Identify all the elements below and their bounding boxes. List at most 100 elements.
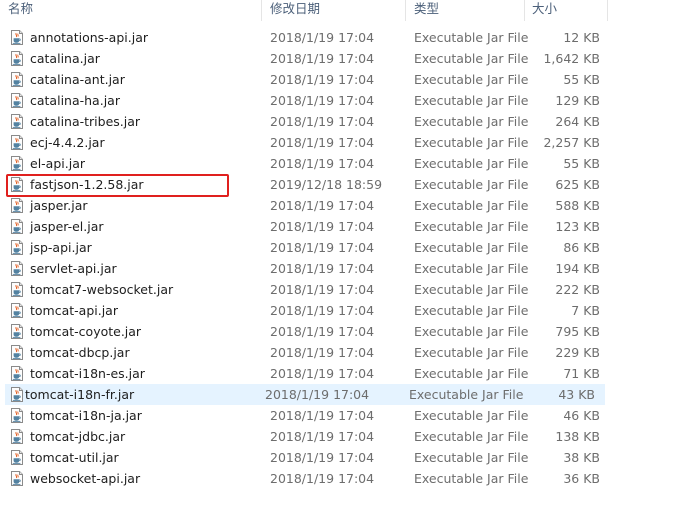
file-row[interactable]: tomcat-api.jar 2018/1/19 17:04 Executable … [0,300,608,321]
file-size: 588 KB [555,198,600,213]
file-name: jasper-el.jar [30,219,104,234]
file-date-modified: 2018/1/19 17:04 [270,219,375,234]
file-name: ecj-4.4.2.jar [30,135,105,150]
file-date-modified: 2018/1/19 17:04 [270,303,375,318]
file-date-modified: 2018/1/19 17:04 [270,240,375,255]
file-size: 222 KB [555,282,600,297]
file-date-modified: 2018/1/19 17:04 [270,198,375,213]
file-row[interactable]: tomcat-i18n-ja.jar 2018/1/19 17:04 Executa… [0,405,608,426]
file-name: tomcat-util.jar [30,450,119,465]
file-size: 43 KB [558,387,595,402]
file-name: tomcat7-websocket.jar [30,282,174,297]
jar-file-icon [10,156,24,171]
file-date-modified: 2019/12/18 18:59 [270,177,383,192]
file-row[interactable]: tomcat-coyote.jar 2018/1/19 17:04 Executab… [0,321,608,342]
file-size: 55 KB [563,72,600,87]
file-row[interactable]: catalina.jar 2018/1/19 17:04 Executable Ja… [0,48,608,69]
file-row[interactable]: tomcat-jdbc.jar 2018/1/19 17:04 Executable… [0,426,608,447]
file-name: servlet-api.jar [30,261,117,276]
file-name: jsp-api.jar [30,240,92,255]
column-header-size[interactable]: 大小 [525,0,608,21]
file-name: websocket-api.jar [30,471,141,486]
file-size: 2,257 KB [543,135,600,150]
file-date-modified: 2018/1/19 17:04 [270,135,375,150]
jar-file-icon [10,408,24,423]
file-date-modified: 2018/1/19 17:04 [270,366,375,381]
jar-file-icon [10,429,24,444]
jar-file-icon [10,30,24,45]
jar-file-icon [10,324,24,339]
file-row[interactable]: websocket-api.jar 2018/1/19 17:04 Executab… [0,468,608,489]
file-name: el-api.jar [30,156,85,171]
jar-file-icon [10,345,24,360]
file-row[interactable]: jasper-el.jar 2018/1/19 17:04 Executable J… [0,216,608,237]
file-row[interactable]: annotations-api.jar 2018/1/19 17:04 Execut… [0,27,608,48]
file-row[interactable]: tomcat7-websocket.jar 2018/1/19 17:04 Exec… [0,279,608,300]
file-date-modified: 2018/1/19 17:04 [270,429,375,444]
file-row[interactable]: tomcat-i18n-fr.jar 2018/1/19 17:04 Executa… [5,384,605,405]
column-header-type[interactable]: 类型 [406,0,525,21]
file-name: tomcat-api.jar [30,303,118,318]
file-list: annotations-api.jar 2018/1/19 17:04 Execut… [0,27,608,489]
file-size: 123 KB [555,219,600,234]
file-date-modified: 2018/1/19 17:04 [270,114,375,129]
file-name: catalina-ant.jar [30,72,125,87]
file-name: annotations-api.jar [30,30,148,45]
file-date-modified: 2018/1/19 17:04 [270,471,375,486]
jar-file-icon [10,282,24,297]
file-size: 795 KB [555,324,600,339]
file-name: catalina-tribes.jar [30,114,141,129]
column-header: 名称 修改日期 类型 大小 [0,0,608,21]
file-size: 264 KB [555,114,600,129]
file-row[interactable]: tomcat-util.jar 2018/1/19 17:04 Executable… [0,447,608,468]
jar-file-icon [10,471,24,486]
file-name: jasper.jar [30,198,88,213]
file-name: tomcat-i18n-ja.jar [30,408,142,423]
file-size: 7 KB [571,303,600,318]
file-date-modified: 2018/1/19 17:04 [270,450,375,465]
file-size: 38 KB [563,450,600,465]
jar-file-icon [10,450,24,465]
jar-file-icon [10,93,24,108]
file-row[interactable]: tomcat-dbcp.jar 2018/1/19 17:04 Executable… [0,342,608,363]
jar-file-icon [10,72,24,87]
file-date-modified: 2018/1/19 17:04 [270,345,375,360]
file-row[interactable]: catalina-ant.jar 2018/1/19 17:04 Executabl… [0,69,608,90]
jar-file-icon [10,366,24,381]
file-row[interactable]: tomcat-i18n-es.jar 2018/1/19 17:04 Executa… [0,363,608,384]
jar-file-icon [10,387,24,402]
jar-file-icon [10,219,24,234]
jar-file-icon [10,135,24,150]
file-name: tomcat-dbcp.jar [30,345,130,360]
file-size: 194 KB [555,261,600,276]
file-row[interactable]: jsp-api.jar 2018/1/19 17:04 Executable Jar… [0,237,608,258]
file-name: catalina.jar [30,51,100,66]
file-row[interactable]: catalina-tribes.jar 2018/1/19 17:04 Execut… [0,111,608,132]
file-date-modified: 2018/1/19 17:04 [270,408,375,423]
file-date-modified: 2018/1/19 17:04 [270,261,375,276]
column-header-date-modified[interactable]: 修改日期 [262,0,406,21]
column-header-name[interactable]: 名称 [0,0,262,21]
file-date-modified: 2018/1/19 17:04 [265,387,370,402]
file-row[interactable]: servlet-api.jar 2018/1/19 17:04 Executable… [0,258,608,279]
file-size: 229 KB [555,345,600,360]
file-name: tomcat-jdbc.jar [30,429,126,444]
file-name: catalina-ha.jar [30,93,120,108]
jar-file-icon [10,261,24,276]
file-row[interactable]: el-api.jar 2018/1/19 17:04 Executable Jar … [0,153,608,174]
file-size: 46 KB [563,408,600,423]
file-size: 36 KB [563,471,600,486]
file-size: 12 KB [563,30,600,45]
file-date-modified: 2018/1/19 17:04 [270,51,375,66]
file-row[interactable]: catalina-ha.jar 2018/1/19 17:04 Executable… [0,90,608,111]
jar-file-icon [10,51,24,66]
file-row[interactable]: ecj-4.4.2.jar 2018/1/19 17:04 Executable J… [0,132,608,153]
file-date-modified: 2018/1/19 17:04 [270,93,375,108]
file-size: 625 KB [555,177,600,192]
jar-file-icon [10,114,24,129]
red-highlight-box [6,174,229,197]
file-date-modified: 2018/1/19 17:04 [270,72,375,87]
file-size: 129 KB [555,93,600,108]
file-size: 71 KB [563,366,600,381]
file-row[interactable]: jasper.jar 2018/1/19 17:04 Executable Jar … [0,195,608,216]
